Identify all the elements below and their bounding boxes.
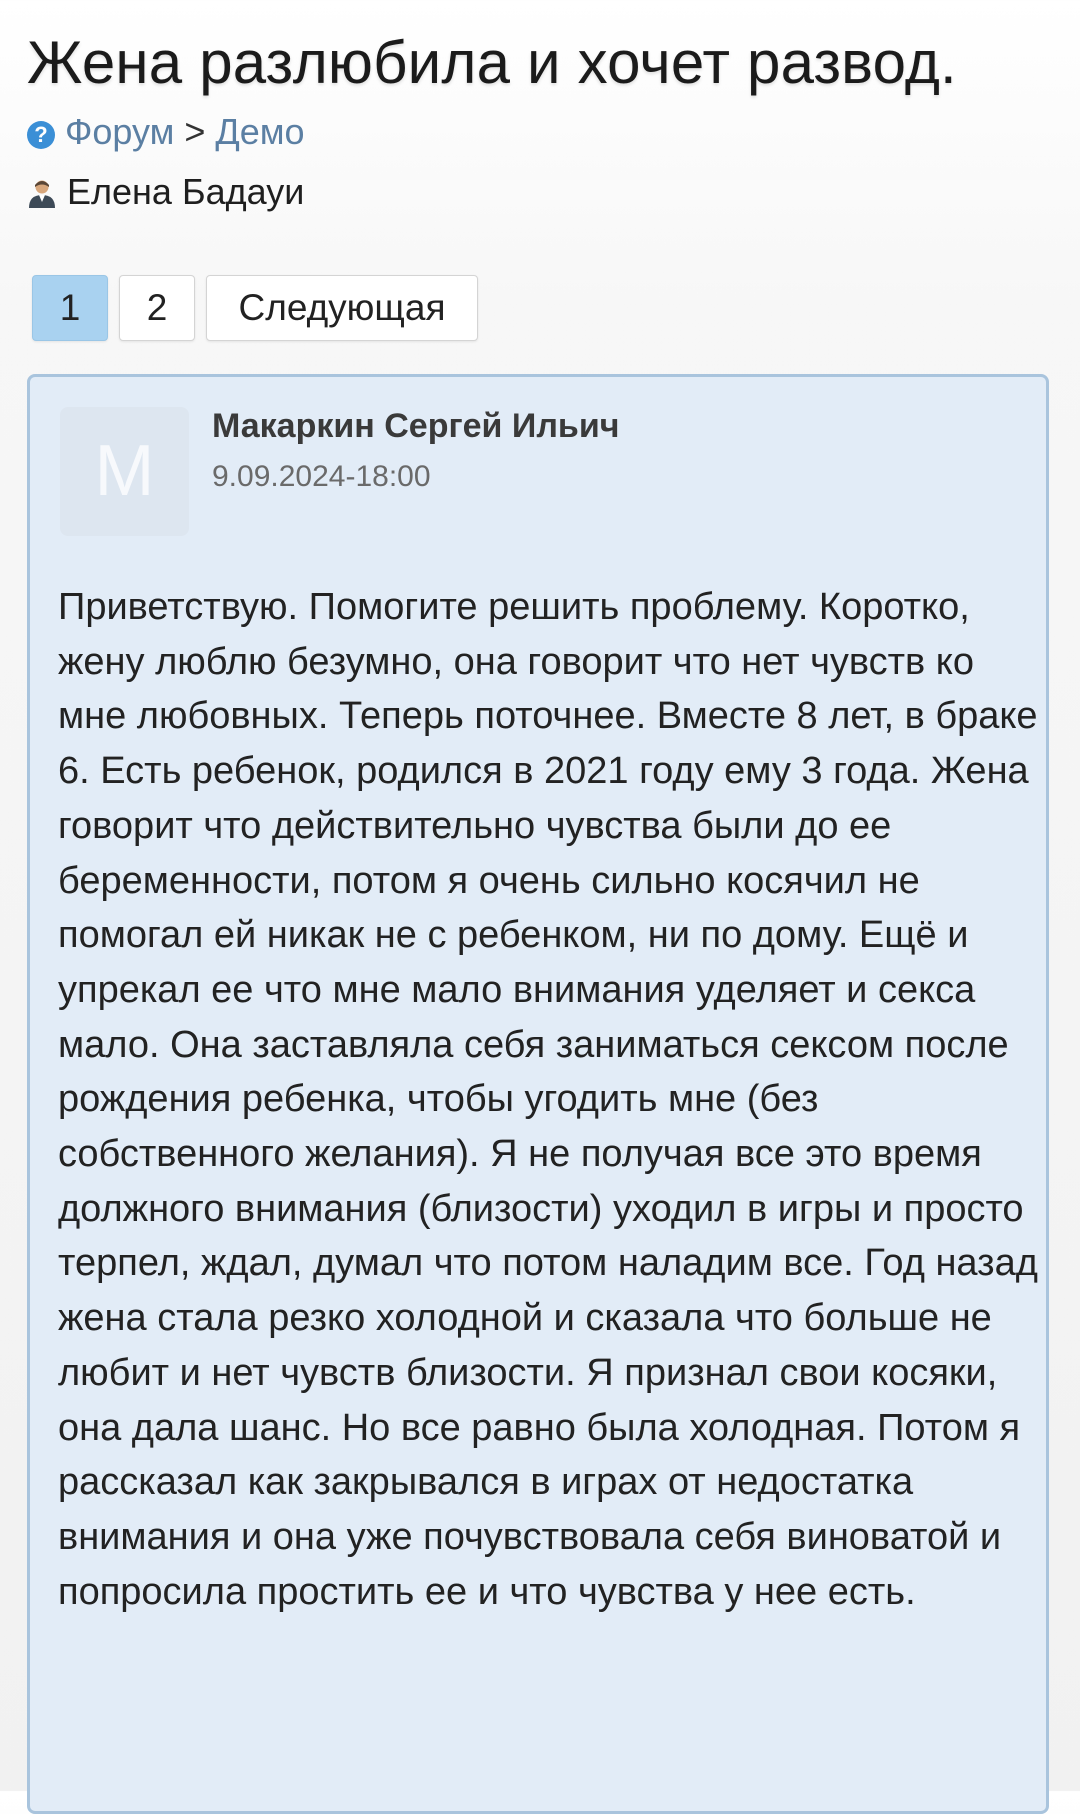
topic-author-name[interactable]: Елена Бадауи (67, 171, 304, 212)
topic-author: Елена Бадауи (27, 170, 304, 214)
page-1-button[interactable]: 1 (32, 275, 108, 341)
avatar[interactable]: М (60, 407, 189, 536)
breadcrumb-separator: > (184, 111, 206, 152)
post-author[interactable]: Макаркин Сергей Ильич (212, 407, 619, 446)
next-page-button[interactable]: Следующая (206, 275, 478, 341)
page-2-button[interactable]: 2 (119, 275, 195, 341)
user-icon (27, 174, 57, 208)
post-card: М Макаркин Сергей Ильич 9.09.2024-18:00 … (27, 374, 1049, 1814)
post-body: Приветствую. Помогите решить проблему. К… (58, 586, 1038, 1613)
breadcrumb: ? Форум > Демо (27, 110, 305, 154)
post-date: 9.09.2024-18:00 (212, 460, 431, 493)
page-title: Жена разлюбила и хочет развод. (27, 29, 957, 96)
breadcrumb-demo-link[interactable]: Демо (215, 111, 304, 152)
breadcrumb-forum-link[interactable]: Форум (65, 111, 174, 152)
question-circle-icon[interactable]: ? (27, 121, 55, 149)
